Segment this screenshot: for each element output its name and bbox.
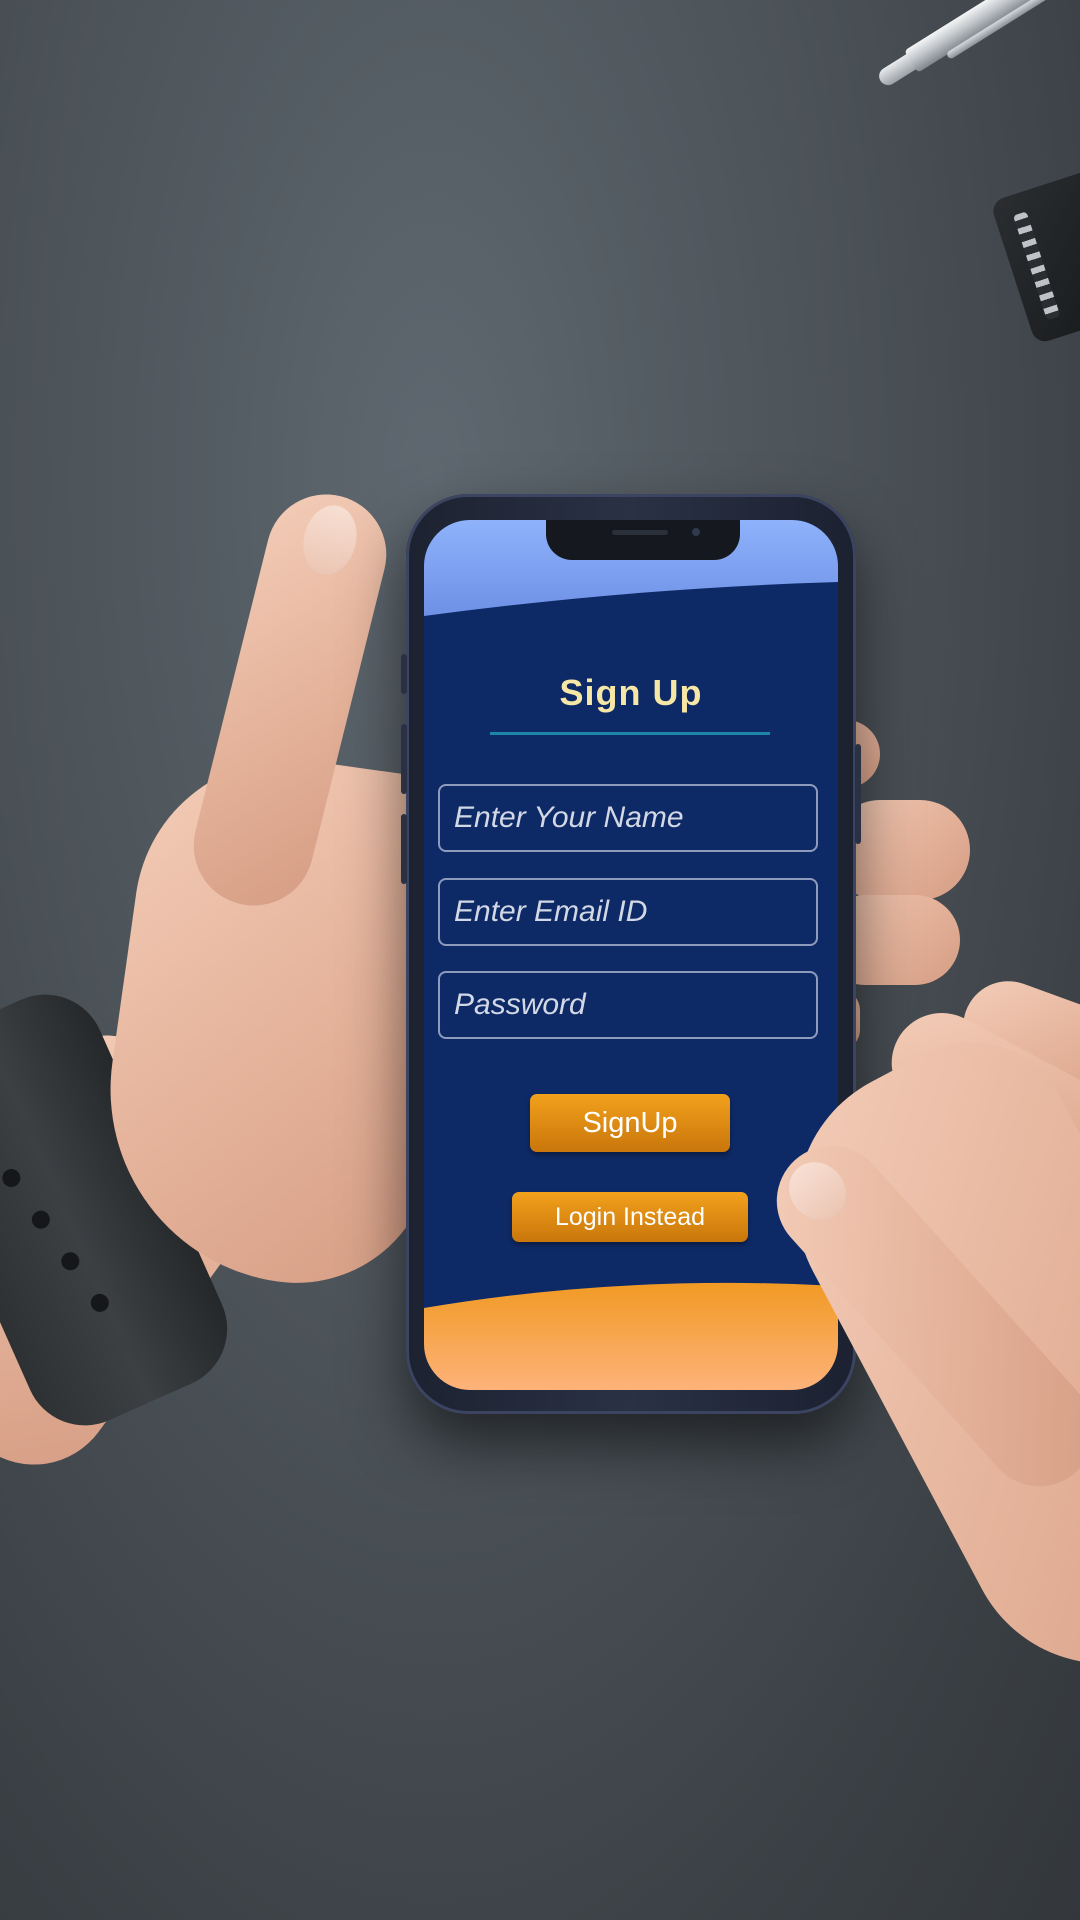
page-title: Sign Up: [559, 672, 703, 713]
volume-up-button: [401, 724, 407, 794]
watch-band-hole: [87, 1290, 112, 1315]
notch: [546, 520, 740, 560]
watch-band-hole: [0, 1166, 24, 1190]
volume-down-button: [401, 814, 407, 884]
phone: Sign Up SignUp Login Instead: [401, 494, 861, 1414]
pen: [869, 0, 1080, 97]
bottom-wave-decoration: [424, 1282, 838, 1390]
front-camera-icon: [692, 528, 700, 536]
power-button: [855, 744, 861, 844]
signup-screen: Sign Up SignUp Login Instead: [424, 520, 838, 1390]
signup-button[interactable]: SignUp: [530, 1094, 730, 1152]
login-instead-button[interactable]: Login Instead: [512, 1192, 748, 1242]
password-input[interactable]: [438, 971, 818, 1039]
title-underline: [490, 732, 770, 735]
name-input[interactable]: [438, 784, 818, 852]
pen-body: [904, 0, 1080, 73]
binder-clip: [989, 165, 1080, 345]
watch-band-hole: [58, 1249, 83, 1274]
watch-band-hole: [28, 1207, 53, 1232]
thumb-nail: [296, 499, 364, 581]
desk-background: Sign Up SignUp Login Instead: [0, 0, 1080, 1920]
speaker-grille-icon: [612, 530, 668, 535]
silent-switch: [401, 654, 407, 694]
email-input[interactable]: [438, 878, 818, 946]
